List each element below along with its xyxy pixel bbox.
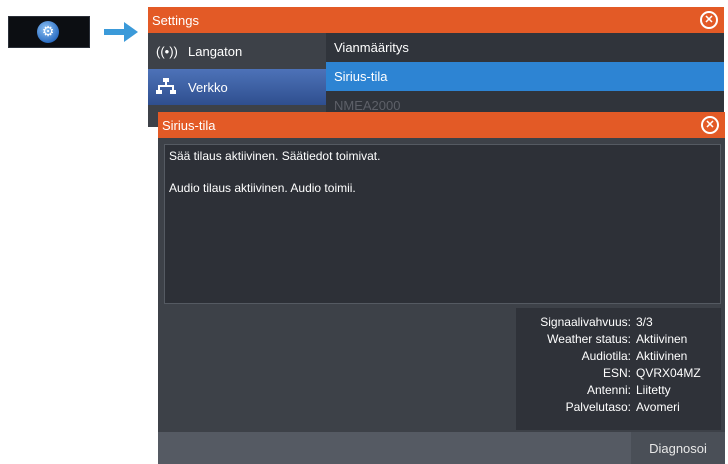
info-value: Avomeri: [636, 400, 680, 414]
list-item-sirius-tila[interactable]: Sirius-tila: [326, 62, 724, 91]
arrow-right-icon: [104, 22, 138, 42]
close-icon: ✕: [705, 118, 715, 131]
dialog-close-button[interactable]: ✕: [701, 116, 719, 134]
info-label: Signaalivahvuus:: [540, 315, 631, 329]
sirius-dialog: Sirius-tila ✕ Sää tilaus aktiivinen. Sää…: [158, 112, 725, 464]
info-row-service-level: Palvelutaso: Avomeri: [516, 399, 721, 415]
close-icon: ✕: [704, 13, 714, 26]
nav-item-langaton[interactable]: ((•)) Langaton: [148, 33, 326, 69]
info-label: Palvelutaso:: [565, 400, 631, 414]
info-panel: Signaalivahvuus: 3/3 Weather status: Akt…: [516, 308, 721, 430]
info-label: Antenni:: [586, 383, 631, 397]
wireless-icon: ((•)): [156, 43, 178, 59]
network-icon: [156, 77, 178, 97]
info-value: Aktiivinen: [636, 332, 688, 346]
settings-close-button[interactable]: ✕: [700, 11, 718, 29]
info-label: Audiotila:: [581, 349, 631, 363]
info-row-signal: Signaalivahvuus: 3/3: [516, 314, 721, 330]
nav-item-label: Verkko: [188, 79, 228, 95]
status-message-box: Sää tilaus aktiivinen. Säätiedot toimiva…: [164, 144, 721, 304]
diagnose-button[interactable]: Diagnosoi: [631, 432, 725, 464]
weather-subscription-message: Sää tilaus aktiivinen. Säätiedot toimiva…: [169, 149, 381, 163]
info-label: ESN:: [602, 366, 631, 380]
gear-icon: ⚙: [37, 21, 59, 43]
info-value: 3/3: [636, 315, 653, 329]
info-row-audio: Audiotila: Aktiivinen: [516, 348, 721, 364]
dialog-footer: Diagnosoi: [158, 432, 725, 464]
settings-gear-button[interactable]: ⚙: [8, 16, 90, 48]
info-label: Weather status:: [547, 332, 631, 346]
info-row-esn: ESN: QVRX04MZ: [516, 365, 721, 381]
dialog-title-bar: Sirius-tila ✕: [158, 112, 725, 138]
info-row-weather: Weather status: Aktiivinen: [516, 331, 721, 347]
info-row-antenna: Antenni: Liitetty: [516, 382, 721, 398]
list-item-vianmaaritys[interactable]: Vianmääritys: [326, 33, 724, 62]
nav-item-verkko[interactable]: Verkko: [148, 69, 326, 105]
dialog-title: Sirius-tila: [162, 117, 216, 133]
settings-title: Settings: [152, 12, 199, 28]
settings-title-bar: Settings ✕: [148, 7, 724, 33]
audio-subscription-message: Audio tilaus aktiivinen. Audio toimii.: [169, 181, 356, 195]
info-value: Aktiivinen: [636, 349, 688, 363]
info-value: Liitetty: [636, 383, 671, 397]
nav-item-label: Langaton: [188, 43, 243, 59]
info-value: QVRX04MZ: [636, 366, 701, 380]
settings-window: Settings ✕ ((•)) Langaton Verkko Vianmää…: [148, 7, 724, 127]
